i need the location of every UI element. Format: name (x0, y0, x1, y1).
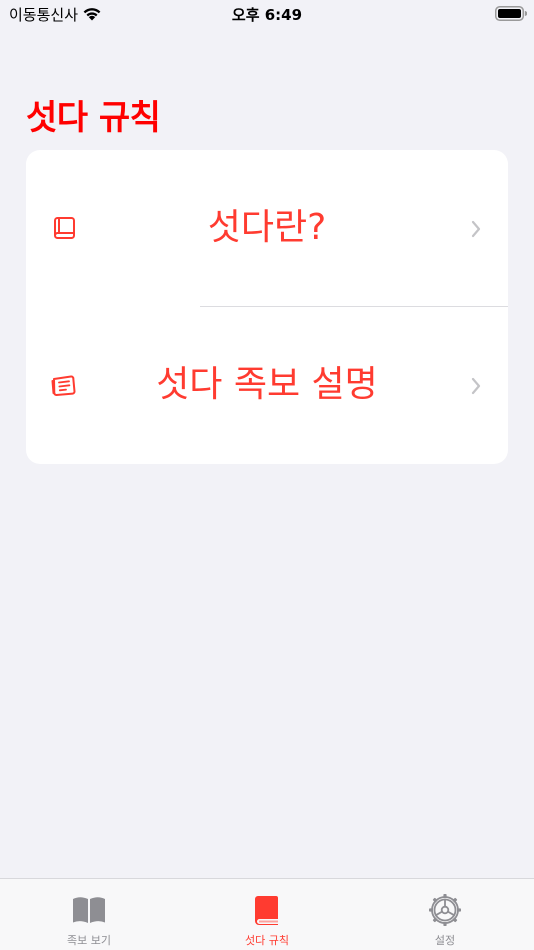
chevron-right-icon (471, 220, 481, 238)
book-icon (54, 217, 75, 239)
status-bar: 이동통신사 오후 6:49 (0, 0, 534, 28)
tab-seotda-rules[interactable]: 섯다 규칙 (178, 879, 356, 950)
tab-label: 설정 (434, 934, 456, 947)
page-title: 섯다 규칙 (26, 98, 161, 138)
gear-icon (429, 894, 461, 926)
tab-bar: 족보 보기 섯다 규칙 설정 (0, 878, 534, 950)
notebook-icon (51, 375, 76, 396)
tab-settings[interactable]: 설정 (356, 879, 534, 950)
open-book-icon (73, 897, 105, 923)
battery-icon (495, 6, 527, 21)
menu-item-about-seotda[interactable]: 섯다란? (26, 150, 508, 307)
menu-item-hand-rankings[interactable]: 섯다 족보 설명 (26, 307, 508, 464)
tab-hand-rankings[interactable]: 족보 보기 (0, 879, 178, 950)
menu-item-label: 섯다 족보 설명 (156, 364, 378, 405)
menu-card: 섯다란? 섯다 족보 설명 (26, 150, 508, 464)
tab-label: 섯다 규칙 (245, 934, 289, 947)
closed-book-icon (255, 896, 278, 925)
screen: 이동통신사 오후 6:49 섯다 규칙 섯다란? 섯다 족보 설명 족보 보기 … (0, 0, 534, 950)
clock: 오후 6:49 (231, 6, 303, 24)
chevron-right-icon (471, 377, 481, 395)
menu-item-label: 섯다란? (207, 207, 327, 248)
tab-label: 족보 보기 (67, 934, 111, 947)
